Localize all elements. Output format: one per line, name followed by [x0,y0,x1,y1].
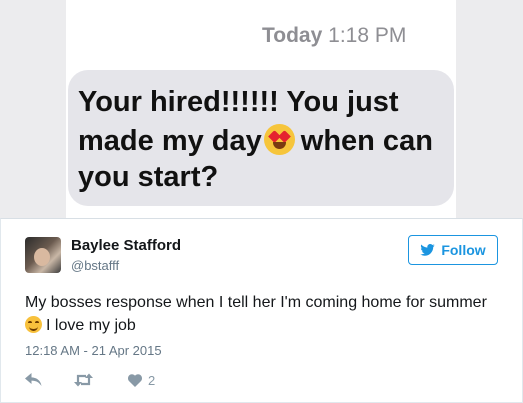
user-handle[interactable]: @bstafff [71,258,119,273]
heart-eyes-emoji-icon [263,124,295,155]
tweet-text: My bosses response when I tell her I'm c… [25,292,505,337]
tweet-text-line-2: I love my job [46,317,136,334]
twitter-bird-icon [420,244,436,256]
tweet-card: Baylee Stafford @bstafff Follow My bosse… [0,218,523,403]
retweet-button[interactable] [42,373,93,387]
message-line-1: Your hired!!!!!! You just [78,86,399,118]
avatar[interactable] [25,237,61,273]
timestamp-day: Today [262,24,323,47]
embedded-screenshot: Today 1:18 PM Your hired!!!!!! You just … [0,0,523,218]
tweet-text-line-1: My bosses response when I tell her I'm c… [25,294,487,311]
message-line-3: you start? [78,161,219,193]
tweet-actions: 2 [25,371,155,389]
message-timestamp: Today 1:18 PM [262,24,406,48]
timestamp-time: 1:18 PM [328,24,407,47]
reply-button[interactable] [25,373,42,387]
message-line-2-end: when can [300,125,433,157]
retweet-icon [74,373,93,387]
like-count: 2 [148,372,156,388]
message-line-2: made my day when can [78,124,433,157]
smiling-blush-emoji-icon [25,316,42,333]
message-line-2-start: made my day [78,125,262,157]
message-bubble: Your hired!!!!!! You just made my day whe… [68,70,454,206]
tweet-text-line-2-row: I love my job [25,315,505,337]
tweet-timestamp[interactable]: 12:18 AM - 21 Apr 2015 [25,343,162,358]
follow-button[interactable]: Follow [408,235,498,265]
follow-label: Follow [441,242,486,258]
heart-icon [128,373,142,387]
display-name[interactable]: Baylee Stafford [71,237,181,254]
reply-icon [25,373,42,386]
like-button[interactable]: 2 [93,373,155,388]
